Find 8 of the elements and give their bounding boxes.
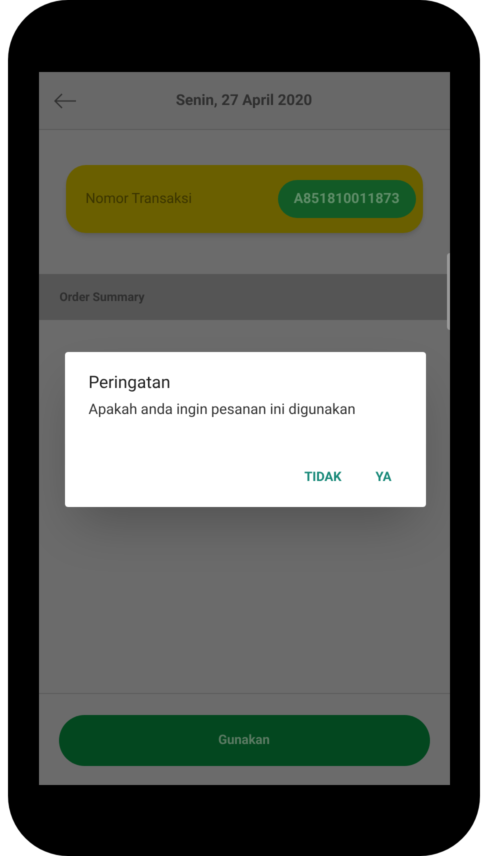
dialog-message: Apakah anda ingin pesanan ini digunakan [88, 400, 357, 420]
dialog-button[interactable]: YA [366, 463, 402, 493]
transaction-number-badge: A851810011873 [278, 180, 416, 218]
back-arrow-icon[interactable] [52, 93, 76, 109]
dialog-title: Peringatan [88, 372, 172, 394]
dialog-button[interactable]: TIDAK [294, 463, 352, 493]
header-title: Senin, 27 April 2020 [176, 90, 312, 112]
use-button[interactable]: Gunakan [58, 715, 430, 766]
